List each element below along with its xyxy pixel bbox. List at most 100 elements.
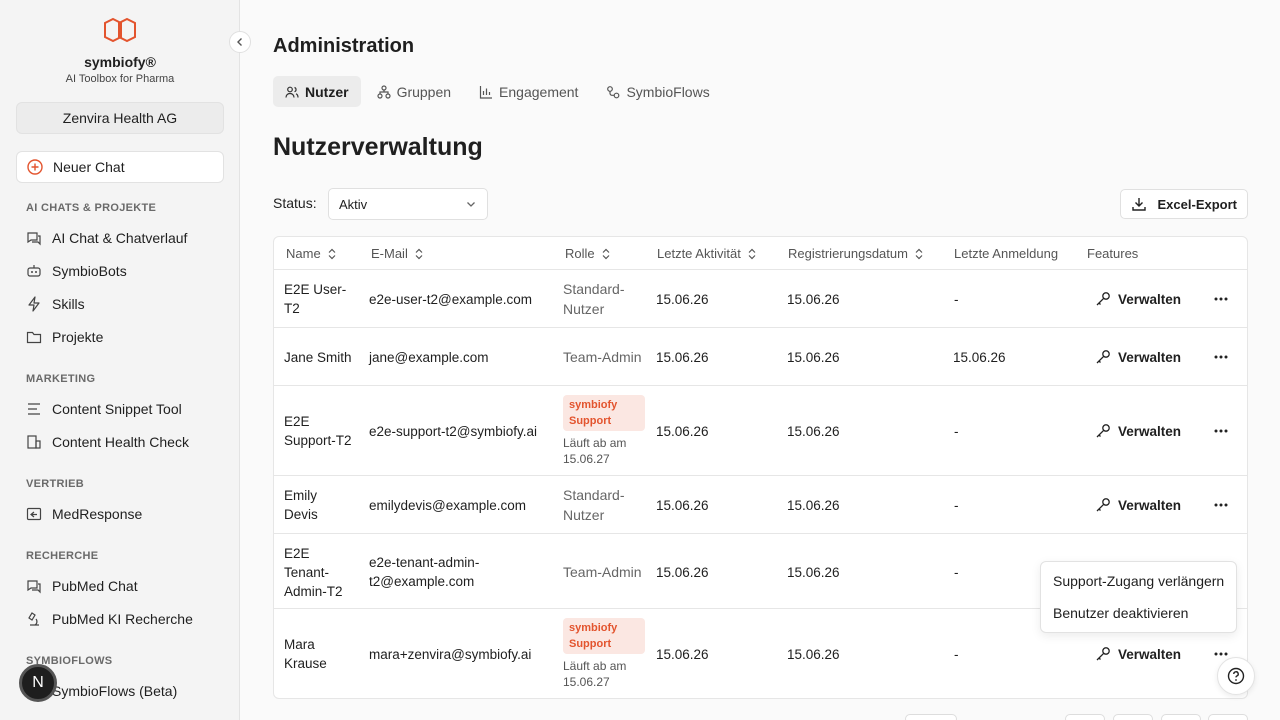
row-actions-button[interactable]	[1212, 279, 1230, 319]
sidebar-item-skills[interactable]: Skills	[26, 294, 85, 314]
key-icon	[1096, 647, 1110, 661]
column-header-registered[interactable]: Registrierungsdatum	[788, 246, 924, 261]
sidebar-item-content-health[interactable]: Content Health Check	[26, 432, 189, 452]
more-horizontal-icon	[1214, 652, 1228, 656]
folder-icon	[26, 331, 42, 344]
brand-tagline: AI Toolbox for Pharma	[65, 73, 175, 85]
row-actions-menu: Support-Zugang verlängern Benutzer deakt…	[1040, 561, 1237, 633]
user-email: jane@example.com	[369, 349, 489, 365]
header-label: Registrierungsdatum	[788, 246, 908, 261]
column-header-activity[interactable]: Letzte Aktivität	[657, 246, 757, 261]
user-avatar[interactable]: N	[19, 664, 57, 702]
section-recherche: RECHERCHE	[26, 550, 99, 562]
pagination-prev-button[interactable]	[1113, 714, 1153, 720]
collapse-sidebar-button[interactable]	[229, 31, 251, 53]
column-header-role[interactable]: Rolle	[565, 246, 611, 261]
user-role: symbiofy Support Läuft ab am 15.06.27	[563, 395, 645, 467]
sidebar-item-content-snippet[interactable]: Content Snippet Tool	[26, 399, 182, 419]
section-title: Nutzerverwaltung	[273, 133, 483, 161]
registration-date: 15.06.26	[787, 349, 840, 365]
manage-label: Verwalten	[1118, 646, 1182, 662]
sort-icon	[602, 248, 610, 259]
last-activity: 15.06.26	[656, 423, 709, 439]
tab-engagement[interactable]: Engagement	[467, 76, 590, 107]
last-activity: 15.06.26	[656, 564, 709, 580]
row-actions-button[interactable]	[1212, 337, 1230, 377]
more-horizontal-icon	[1214, 355, 1228, 359]
sidebar-item-medresponse[interactable]: MedResponse	[26, 504, 142, 524]
column-header-last-login: Letzte Anmeldung	[954, 246, 1058, 261]
registration-date: 15.06.26	[787, 646, 840, 662]
status-select[interactable]: Aktiv	[328, 188, 488, 220]
manage-features-button[interactable]: Verwalten	[1095, 279, 1181, 319]
manage-label: Verwalten	[1118, 423, 1182, 439]
sidebar-item-pubmed-ki[interactable]: PubMed KI Recherche	[26, 609, 193, 629]
user-name: Jane Smith	[284, 349, 352, 365]
organization-selector[interactable]: Zenvira Health AG	[16, 102, 224, 134]
help-button[interactable]	[1217, 657, 1255, 695]
user-role: Team-Admin	[563, 564, 642, 580]
sidebar-item-pubmed-chat[interactable]: PubMed Chat	[26, 576, 138, 596]
sidebar-item-label: Projekte	[52, 329, 104, 345]
column-header-email[interactable]: E-Mail	[371, 246, 424, 261]
section-ai-chats: AI CHATS & PROJEKTE	[26, 202, 157, 214]
sidebar-item-symbiobots[interactable]: SymbioBots	[26, 261, 127, 281]
last-activity: 15.06.26	[656, 497, 709, 513]
menu-item-extend-support[interactable]: Support-Zugang verlängern	[1053, 573, 1224, 589]
column-header-name[interactable]: Name	[286, 246, 337, 261]
user-name: E2E Support-T2	[284, 414, 352, 448]
pagination-first-button[interactable]	[1065, 714, 1105, 720]
manage-features-button[interactable]: Verwalten	[1095, 485, 1181, 525]
new-chat-button[interactable]: Neuer Chat	[16, 151, 224, 183]
table-row: E2E User-T2 e2e-user-t2@example.com Stan…	[274, 270, 1247, 328]
manage-features-button[interactable]: Verwalten	[1095, 396, 1181, 466]
table-row: E2E Support-T2 e2e-support-t2@symbiofy.a…	[274, 386, 1247, 476]
key-icon	[1096, 498, 1110, 512]
tab-symbioflows[interactable]: SymbioFlows	[594, 76, 721, 107]
brand-name: symbiofy®	[84, 54, 156, 70]
more-horizontal-icon	[1214, 297, 1228, 301]
tab-label: Nutzer	[305, 83, 349, 100]
sidebar-item-label: SymbioFlows (Beta)	[52, 683, 178, 699]
last-login: 15.06.26	[953, 349, 1006, 365]
flow-icon	[607, 85, 620, 98]
sidebar-item-projekte[interactable]: Projekte	[26, 327, 103, 347]
row-actions-button[interactable]	[1212, 485, 1230, 525]
sidebar: symbiofy® AI Toolbox for Pharma Zenvira …	[0, 0, 240, 720]
user-email: emilydevis@example.com	[369, 497, 527, 513]
user-name: Mara Krause	[284, 637, 327, 671]
manage-features-button[interactable]: Verwalten	[1095, 337, 1181, 377]
last-activity: 15.06.26	[656, 349, 709, 365]
sort-icon	[748, 248, 756, 259]
menu-item-deactivate-user[interactable]: Benutzer deaktivieren	[1053, 605, 1188, 621]
table-row: Jane Smith jane@example.com Team-Admin 1…	[274, 328, 1247, 386]
manage-label: Verwalten	[1118, 291, 1182, 307]
page-size-select[interactable]	[905, 714, 957, 720]
more-horizontal-icon	[1214, 503, 1228, 507]
column-header-features: Features	[1087, 246, 1138, 261]
pagination-last-button[interactable]	[1208, 714, 1248, 720]
manage-label: Verwalten	[1118, 497, 1182, 513]
chevron-down-icon	[467, 202, 475, 207]
text-lines-icon	[28, 403, 40, 415]
key-icon	[1096, 350, 1110, 364]
last-login: -	[954, 291, 959, 307]
last-login: -	[954, 646, 959, 662]
sort-icon	[415, 248, 423, 259]
sidebar-item-ai-chat[interactable]: AI Chat & Chatverlauf	[26, 228, 187, 248]
user-email: mara+zenvira@symbiofy.ai	[369, 646, 532, 662]
main-content: Administration Nutzer Gruppen Engagement…	[241, 0, 1280, 720]
tab-nutzer[interactable]: Nutzer	[273, 76, 361, 107]
support-badge: symbiofy Support	[563, 395, 645, 431]
excel-export-button[interactable]: Excel-Export	[1120, 189, 1248, 219]
row-actions-button[interactable]	[1212, 396, 1230, 466]
sort-icon	[328, 248, 336, 259]
chat-icon	[27, 232, 41, 246]
pagination-next-button[interactable]	[1161, 714, 1201, 720]
support-badge: symbiofy Support	[563, 618, 645, 654]
key-icon	[1096, 424, 1110, 438]
tab-label: SymbioFlows	[626, 83, 710, 100]
table-header: Name E-Mail Rolle Letzte Aktivität Regis…	[274, 237, 1247, 270]
tab-gruppen[interactable]: Gruppen	[365, 76, 463, 107]
microscope-icon	[28, 612, 39, 626]
